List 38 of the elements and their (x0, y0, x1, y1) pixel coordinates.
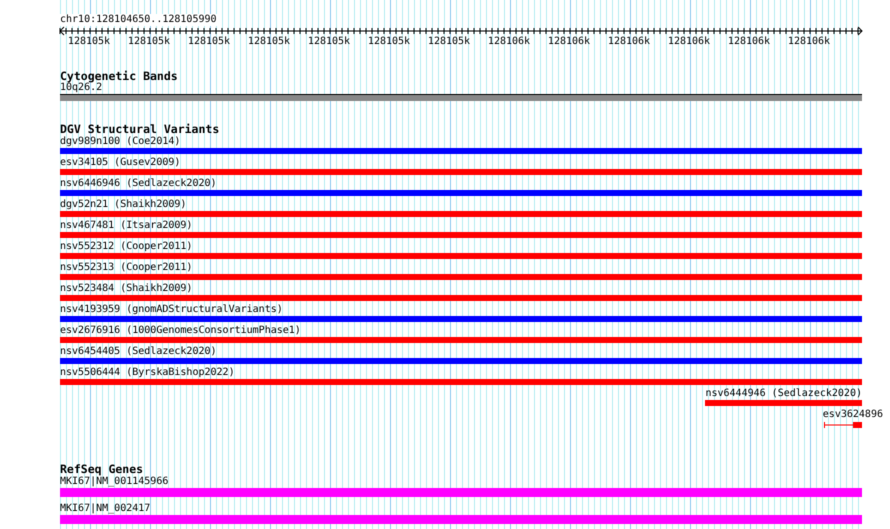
tick-label: 128106k (546, 36, 592, 48)
tick-label: 128105k (246, 36, 292, 48)
gene-bar[interactable] (60, 515, 862, 524)
variant-label: nsv467481 (Itsara2009) (60, 219, 192, 232)
variant-label: nsv552312 (Cooper2011) (60, 240, 192, 253)
track-title: DGV Structural Variants (60, 123, 220, 135)
variant-label: nsv6446946 (Sedlazeck2020) (60, 177, 217, 190)
tick-label: 128105k (126, 36, 172, 48)
variant-label: nsv4193959 (gnomADStructuralVariants) (60, 303, 283, 316)
variant-label: dgv52n21 (Shaikh2009) (60, 198, 186, 211)
tick-label: 128105k (66, 36, 112, 48)
tick-label: 128105k (366, 36, 412, 48)
variant-label: nsv6454405 (Sedlazeck2020) (60, 345, 217, 358)
variant-label: nsv6444946 (Sedlazeck2020) (705, 387, 862, 400)
tick-label: 128106k (606, 36, 652, 48)
location-label: chr10:128104650..128105990 (60, 14, 217, 26)
variant-bar[interactable] (824, 422, 862, 428)
variant-label: nsv5506444 (ByrskaBishop2022) (60, 366, 235, 379)
variant-label: nsv552313 (Cooper2011) (60, 261, 192, 274)
tick-label: 128106k (786, 36, 832, 48)
variant-label: esv34105 (Gusev2009) (60, 156, 180, 169)
cytoband-bar[interactable] (60, 94, 862, 101)
tick-label: 128106k (666, 36, 712, 48)
track-title: RefSeq Genes (60, 463, 144, 475)
gene-label: MKI67|NM_002417 (60, 502, 150, 515)
tick-label: 128105k (186, 36, 232, 48)
variant-label: esv3624896 (822, 408, 883, 421)
tick-label: 128106k (726, 36, 772, 48)
tick-label: 128106k (486, 36, 532, 48)
gene-label: MKI67|NM_001145966 (60, 476, 168, 488)
variant-label: dgv989n100 (Coe2014) (60, 135, 180, 148)
gene-bar[interactable] (60, 488, 862, 497)
tick-label: 128105k (306, 36, 352, 48)
track-title: Cytogenetic Bands (60, 70, 178, 82)
variant-label: nsv523484 (Shaikh2009) (60, 282, 192, 295)
band-label: 10q26.2 (60, 82, 102, 94)
tick-label: 128105k (426, 36, 472, 48)
variant-label: esv2676916 (1000GenomesConsortiumPhase1) (60, 324, 301, 337)
